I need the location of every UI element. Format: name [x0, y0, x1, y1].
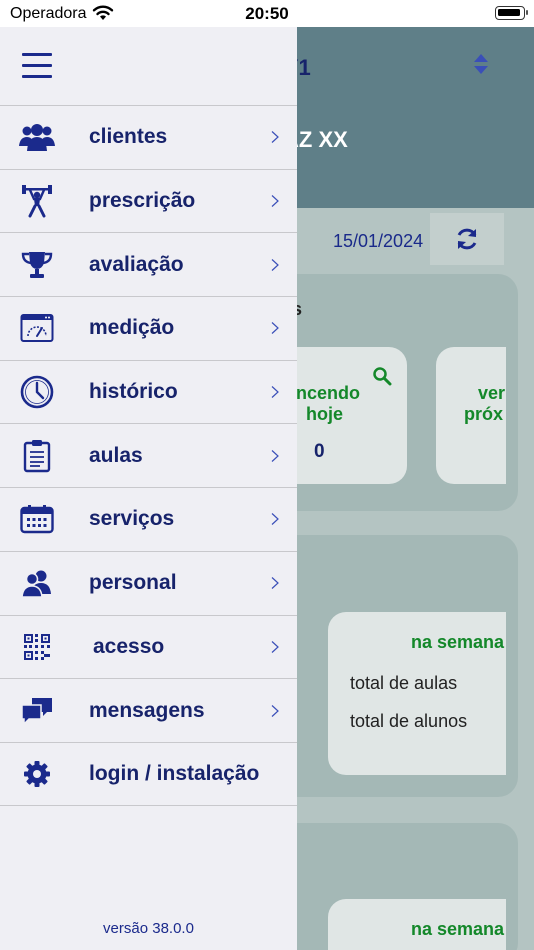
- menu-item-label: prescrição: [89, 189, 196, 213]
- menu-item-personal[interactable]: personal: [0, 550, 297, 615]
- menu-item-historico[interactable]: histórico: [0, 359, 297, 424]
- clipboard-icon: [19, 438, 55, 474]
- menu-item-acesso[interactable]: acesso: [0, 614, 297, 679]
- menu-item-label: histórico: [89, 380, 178, 404]
- menu-item-medicao[interactable]: medição: [0, 296, 297, 360]
- app-version: versão 38.0.0: [103, 920, 194, 937]
- chevron-right-icon: [271, 640, 279, 653]
- chat-icon: [19, 693, 55, 729]
- status-bar: Operadora 20:50: [0, 0, 534, 27]
- menu-item-label: acesso: [93, 634, 165, 658]
- menu-icon[interactable]: [22, 53, 52, 79]
- expiring-today-count: 0: [314, 441, 325, 462]
- side-drawer: clientes prescrição avaliação medição hi…: [0, 27, 297, 950]
- menu-item-avaliacao[interactable]: avaliação: [0, 232, 297, 296]
- chevron-right-icon: [271, 704, 279, 717]
- menu-item-prescricao[interactable]: prescrição: [0, 168, 297, 233]
- menu-item-label: personal: [89, 571, 177, 595]
- menu-item-label: aulas: [89, 443, 143, 467]
- week-label: na semana: [411, 632, 505, 652]
- user-pair-icon: [19, 565, 55, 601]
- menu-item-label: login / instalação: [89, 761, 260, 785]
- chevron-right-icon: [271, 386, 279, 399]
- menu-item-label: mensagens: [89, 698, 205, 722]
- next-tile-label: ver próx: [464, 383, 506, 424]
- qr-code-icon: [19, 629, 55, 665]
- total-classes-label: total de aulas: [350, 673, 458, 693]
- clock-icon: [19, 374, 55, 410]
- clock-time: 20:50: [245, 4, 289, 23]
- chevron-right-icon: [271, 513, 279, 526]
- menu-item-mensagens[interactable]: mensagens: [0, 678, 297, 742]
- menu-item-aulas[interactable]: aulas: [0, 423, 297, 487]
- weightlifter-icon: [19, 183, 55, 219]
- menu-item-clientes[interactable]: clientes: [0, 105, 297, 169]
- chevron-right-icon: [271, 195, 279, 207]
- chevron-right-icon: [271, 131, 279, 144]
- calendar-icon: [19, 501, 55, 537]
- gear-icon: [19, 756, 55, 792]
- users-icon: [19, 119, 55, 155]
- search-icon[interactable]: [372, 366, 392, 386]
- chevron-right-icon: [271, 322, 279, 335]
- menu-item-label: medição: [89, 316, 175, 340]
- gauge-window-icon: [19, 310, 55, 346]
- chevron-right-icon: [271, 449, 279, 462]
- menu-item-label: serviços: [89, 507, 175, 531]
- menu-item-servicos[interactable]: serviços: [0, 487, 297, 551]
- total-students-label: total de alunos: [350, 711, 468, 731]
- refresh-button[interactable]: [430, 213, 504, 265]
- chevron-right-icon: [271, 258, 279, 271]
- chevron-right-icon: [271, 577, 279, 590]
- week-label-2: na semana: [411, 919, 505, 939]
- refresh-icon: [457, 228, 477, 250]
- sort-icon[interactable]: [470, 52, 492, 76]
- menu-item-label: clientes: [89, 125, 168, 149]
- menu-list: clientes prescrição avaliação medição hi…: [0, 105, 297, 806]
- expiring-today-label: ncendo hoje: [296, 383, 361, 424]
- battery-icon: [495, 6, 528, 20]
- menu-item-login[interactable]: login / instalação: [0, 741, 297, 806]
- menu-item-label: avaliação: [89, 252, 184, 276]
- trophy-icon: [19, 247, 55, 283]
- date-label: 15/01/2024: [333, 231, 424, 251]
